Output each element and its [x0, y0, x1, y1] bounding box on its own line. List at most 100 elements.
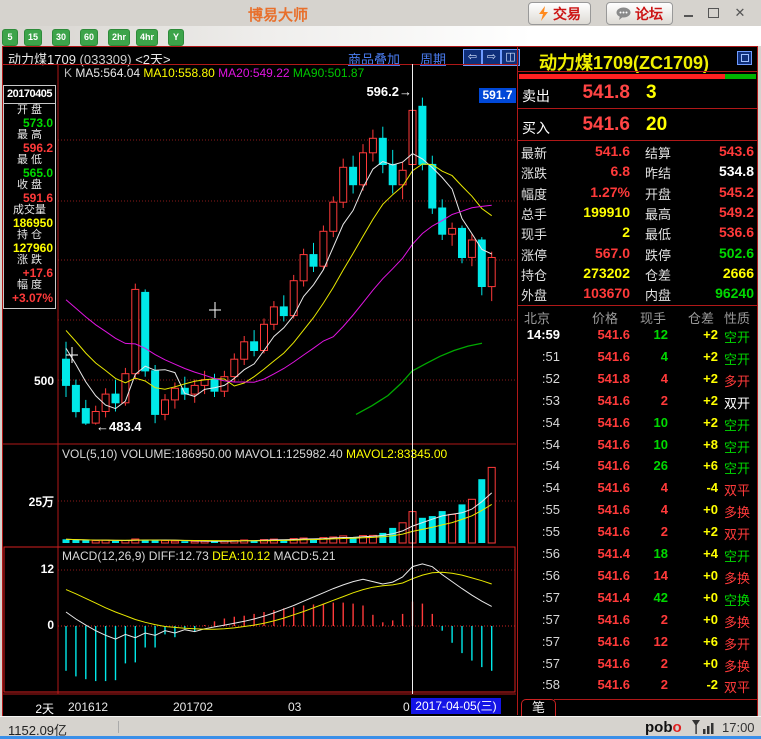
dea-line	[66, 572, 492, 629]
bid-qty: 20	[646, 114, 667, 136]
tick-nature: 空开	[724, 458, 758, 477]
tick-row[interactable]: :57541.442+0空换	[518, 590, 757, 611]
tick-row[interactable]: :51541.64+2空开	[518, 349, 757, 370]
tick-row[interactable]: :57541.62+0多换	[518, 612, 757, 633]
quote-value: 541.6	[552, 143, 630, 159]
period-button-Y[interactable]: Y	[168, 29, 184, 46]
info-field: 持 仓127960	[4, 229, 55, 254]
tab-row-line	[554, 699, 757, 700]
period-button-15[interactable]: 15	[24, 29, 42, 46]
time-axis-tick: 0	[403, 700, 410, 714]
period-button-60[interactable]: 60	[80, 29, 98, 46]
tick-qty: 2	[628, 677, 668, 692]
diff-label: DIFF:12.73	[149, 549, 209, 563]
quote-value: 534.8	[676, 163, 754, 179]
tick-price: 541.6	[572, 677, 630, 692]
candlestick-chart[interactable]	[2, 46, 517, 715]
tick-qty: 2	[628, 612, 668, 627]
forum-button[interactable]: 论坛	[606, 2, 673, 25]
tick-row[interactable]: :55541.62+2双开	[518, 524, 757, 545]
tick-row[interactable]: :53541.62+2双开	[518, 393, 757, 414]
quote-value: 536.6	[676, 224, 754, 240]
tick-price: 541.6	[572, 656, 630, 671]
tick-delta: +2	[678, 524, 718, 539]
trade-button[interactable]: 交易	[528, 2, 591, 25]
tick-time: :55	[505, 524, 560, 539]
tick-time: :54	[505, 458, 560, 473]
tick-price: 541.4	[572, 546, 630, 561]
grid-lines	[2, 64, 516, 694]
tick-row[interactable]: :54541.610+2空开	[518, 415, 757, 436]
tick-row[interactable]: :55541.64+0多换	[518, 502, 757, 523]
period-button-4hr[interactable]: 4hr	[136, 29, 158, 46]
tick-price: 541.6	[572, 458, 630, 473]
tick-nature: 多换	[724, 656, 758, 675]
tick-nature: 双平	[724, 480, 758, 499]
tick-price: 541.6	[572, 502, 630, 517]
tick-row[interactable]: :54541.626+6空开	[518, 458, 757, 479]
tick-time: :54	[505, 415, 560, 430]
tick-row[interactable]: :52541.84+2多开	[518, 371, 757, 392]
period-button-5[interactable]: 5	[2, 29, 18, 46]
tick-row[interactable]: :56541.614+0多换	[518, 568, 757, 589]
tick-row[interactable]: :56541.418+4空开	[518, 546, 757, 567]
period-button-2hr[interactable]: 2hr	[108, 29, 130, 46]
vol-header-row: VOL(5,10) VOLUME:186950.00 MAVOL1:125982…	[62, 447, 447, 461]
tick-delta: +2	[678, 349, 718, 364]
tick-qty: 2	[628, 524, 668, 539]
info-field: 幅 度+3.07%	[4, 279, 55, 304]
quote-value: 543.6	[676, 143, 754, 159]
status-separator	[118, 721, 119, 733]
vol-value: VOLUME:186950.00	[121, 447, 232, 461]
macd-series	[66, 602, 492, 682]
tick-price: 541.6	[572, 480, 630, 495]
tick-row[interactable]: :57541.612+6多开	[518, 634, 757, 655]
tick-qty: 2	[628, 656, 668, 671]
macd-value-label: MACD:5.21	[273, 549, 335, 563]
strength-bar-red	[519, 74, 725, 79]
tick-qty: 12	[628, 327, 668, 342]
tick-row[interactable]: :57541.62+0多换	[518, 656, 757, 677]
tick-nature: 双开	[724, 393, 758, 412]
trade-button-label: 交易	[553, 4, 581, 24]
clock: 17:00	[722, 720, 755, 735]
tick-price: 541.6	[572, 612, 630, 627]
tick-row[interactable]: 14:59541.612+2空开	[518, 327, 757, 348]
period-button-30[interactable]: 30	[52, 29, 70, 46]
time-axis-tick: 201702	[173, 700, 213, 714]
tick-nature: 空开	[724, 546, 758, 565]
tick-row[interactable]: :58541.62-2双平	[518, 677, 757, 698]
time-axis-tick: 03	[288, 700, 301, 714]
ask-row[interactable]: 卖出 541.8 3	[518, 82, 757, 106]
panel-restore-icon[interactable]	[737, 51, 752, 65]
tick-nature: 空开	[724, 415, 758, 434]
maximize-button[interactable]	[704, 5, 722, 20]
minimize-button[interactable]	[679, 5, 697, 20]
tab-tick[interactable]: 笔	[521, 699, 556, 716]
ma5-line	[66, 154, 492, 409]
tick-row[interactable]: :54541.610+8空开	[518, 437, 757, 458]
quote-value: 1.27%	[552, 184, 630, 200]
ma20-line	[66, 205, 492, 382]
tick-delta: +0	[678, 656, 718, 671]
bid-row[interactable]: 买入 541.6 20	[518, 114, 757, 138]
macd-header-row: MACD(12,26,9) DIFF:12.73 DEA:10.12 MACD:…	[62, 549, 336, 563]
quote-value: 545.2	[676, 184, 754, 200]
tick-delta: +2	[678, 393, 718, 408]
tick-nature: 空开	[724, 437, 758, 456]
high-annotation: 596.2→	[352, 84, 412, 99]
tick-time: :57	[505, 612, 560, 627]
quote-divider-2	[518, 108, 757, 109]
close-button[interactable]: ✕	[731, 5, 749, 20]
status-bar: 1152.09亿 pobo 17:00	[0, 716, 761, 737]
candlestick-series	[63, 97, 496, 425]
info-field-value: +3.07%	[4, 292, 55, 304]
mavol2-line	[66, 504, 492, 540]
tick-row[interactable]: :54541.64-4双平	[518, 480, 757, 501]
tick-price: 541.6	[572, 437, 630, 452]
tick-price: 541.6	[572, 568, 630, 583]
tick-nature: 双开	[724, 524, 758, 543]
tick-delta: -2	[678, 677, 718, 692]
brand-logo-red: o	[673, 719, 682, 736]
tick-nature: 空开	[724, 327, 758, 346]
